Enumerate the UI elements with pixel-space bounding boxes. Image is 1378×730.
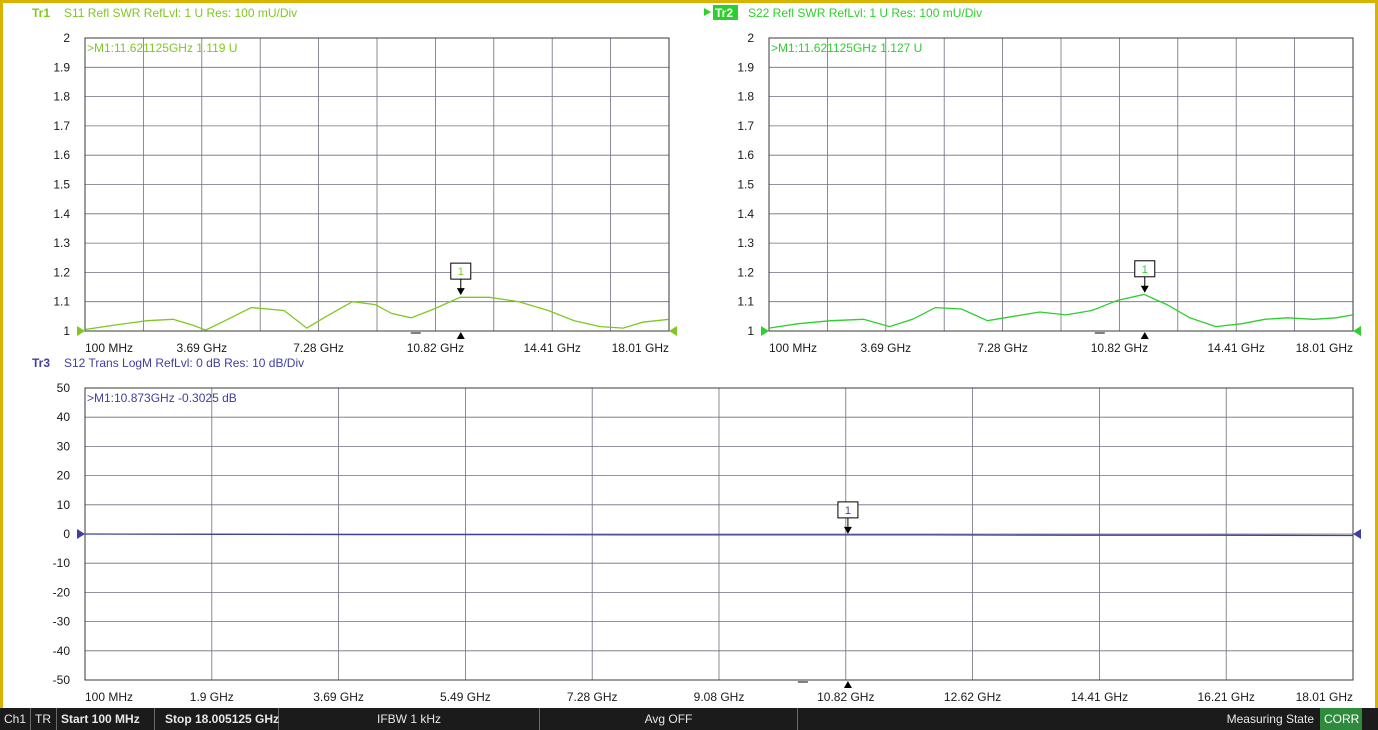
ref-level-right-icon bbox=[669, 326, 677, 336]
y-tick-label: 1.1 bbox=[737, 295, 754, 309]
y-tick-label: 1.5 bbox=[737, 178, 754, 192]
ifbw-setting[interactable]: IFBW 1 kHz bbox=[279, 708, 540, 730]
y-tick-label: -10 bbox=[53, 556, 71, 570]
y-tick-label: 1.2 bbox=[737, 265, 754, 279]
y-tick-label: 1.8 bbox=[737, 90, 754, 104]
averaging-setting[interactable]: Avg OFF bbox=[540, 708, 798, 730]
y-tick-label: 40 bbox=[57, 410, 71, 424]
stop-frequency[interactable]: Stop 18.005125 GHz bbox=[161, 708, 279, 730]
y-tick-label: -20 bbox=[53, 585, 71, 599]
marker-x-indicator-icon bbox=[456, 332, 465, 339]
chart-s11-swr: 2 1.9 1.8 1.7 1.6 1.5 1.4 1.3 1.2 1.1 1 100 MHz 3.69… bbox=[53, 31, 677, 355]
y-tick-label: 2 bbox=[63, 31, 70, 45]
x-tick-label: 14.41 GHz bbox=[524, 341, 581, 355]
marker-readout: >M1:11.621125GHz 1.127 U bbox=[771, 41, 922, 55]
y-tick-label: 1.4 bbox=[737, 207, 754, 221]
x-tick-label: 18.01 GHz bbox=[1296, 341, 1353, 355]
x-tick-label: 10.82 GHz bbox=[1091, 341, 1148, 355]
y-tick-label: 0 bbox=[63, 527, 70, 541]
y-tick-label: 30 bbox=[57, 439, 71, 453]
measuring-state: Measuring State bbox=[1226, 712, 1314, 726]
marker-readout: >M1:10.873GHz -0.3025 dB bbox=[87, 391, 237, 405]
y-tick-label: 1.6 bbox=[53, 148, 70, 162]
y-tick-label: 1.9 bbox=[53, 60, 70, 74]
chart-s12-logmag: 50 40 30 20 10 0 -10 -20 -30 -40 -50 100 MHz 1.9 GHz… bbox=[53, 381, 1361, 704]
marker-arrow-icon bbox=[456, 288, 465, 296]
ref-level-left-icon bbox=[77, 326, 85, 336]
tr2-header: S22 Refl SWR RefLvl: 1 U Res: 100 mU/Div bbox=[748, 6, 982, 20]
marker-x-indicator-icon bbox=[1140, 332, 1149, 339]
tr2-tag[interactable]: Tr2 bbox=[715, 6, 733, 20]
y-tick-label: 50 bbox=[57, 381, 71, 395]
y-tick-label: -40 bbox=[53, 644, 71, 658]
marker-arrow-icon bbox=[843, 526, 852, 534]
marker-label: 1 bbox=[845, 505, 851, 517]
ref-level-left-icon bbox=[761, 326, 769, 336]
y-tick-label: -50 bbox=[53, 673, 71, 687]
x-tick-label: 18.01 GHz bbox=[1296, 690, 1353, 704]
ref-level-left-icon bbox=[77, 529, 85, 539]
marker-readout: >M1:11.621125GHz 1.119 U bbox=[87, 41, 237, 55]
y-tick-label: 1.8 bbox=[53, 90, 70, 104]
y-tick-label: 1.5 bbox=[53, 178, 70, 192]
y-tick-label: -30 bbox=[53, 615, 71, 629]
y-tick-label: 1 bbox=[747, 324, 754, 338]
x-tick-label: 9.08 GHz bbox=[694, 690, 745, 704]
x-tick-label: 10.82 GHz bbox=[407, 341, 464, 355]
y-tick-label: 20 bbox=[57, 469, 71, 483]
x-tick-label: 1.9 GHz bbox=[190, 690, 234, 704]
x-tick-label: 14.41 GHz bbox=[1208, 341, 1265, 355]
y-tick-label: 1.7 bbox=[53, 119, 70, 133]
x-tick-label: 12.62 GHz bbox=[944, 690, 1001, 704]
x-tick-label: 3.69 GHz bbox=[860, 341, 911, 355]
tr2-active-arrow-icon bbox=[704, 8, 711, 16]
y-tick-label: 2 bbox=[747, 31, 754, 45]
tr1-header: S11 Refl SWR RefLvl: 1 U Res: 100 mU/Div bbox=[64, 6, 297, 20]
ref-level-right-icon bbox=[1353, 326, 1361, 336]
y-tick-label: 1.2 bbox=[53, 265, 70, 279]
x-tick-label: 18.01 GHz bbox=[612, 341, 669, 355]
x-tick-label: 7.28 GHz bbox=[293, 341, 344, 355]
x-tick-label: 7.28 GHz bbox=[977, 341, 1028, 355]
x-tick-label: 3.69 GHz bbox=[176, 341, 227, 355]
y-tick-label: 1.6 bbox=[737, 148, 754, 162]
tr3-header: S12 Trans LogM RefLvl: 0 dB Res: 10 dB/D… bbox=[64, 356, 304, 370]
y-tick-label: 10 bbox=[57, 498, 71, 512]
marker-label: 1 bbox=[458, 266, 464, 278]
x-tick-label: 3.69 GHz bbox=[313, 690, 364, 704]
x-tick-label: 5.49 GHz bbox=[440, 690, 491, 704]
marker-x-indicator-icon bbox=[843, 681, 852, 688]
y-tick-label: 1.9 bbox=[737, 60, 754, 74]
y-tick-label: 1.7 bbox=[737, 119, 754, 133]
x-tick-label: 10.82 GHz bbox=[817, 690, 874, 704]
x-tick-label: 100 MHz bbox=[85, 690, 133, 704]
start-frequency[interactable]: Start 100 MHz bbox=[57, 708, 155, 730]
y-tick-label: 1.1 bbox=[53, 295, 70, 309]
x-tick-label: 100 MHz bbox=[769, 341, 817, 355]
y-tick-label: 1.3 bbox=[737, 236, 754, 250]
correction-badge[interactable]: CORR bbox=[1320, 708, 1362, 730]
trace-mode-label[interactable]: TR bbox=[31, 708, 57, 730]
plot-area: Tr1 S11 Refl SWR RefLvl: 1 U Res: 100 mU… bbox=[32, 5, 1361, 704]
y-tick-label: 1 bbox=[63, 324, 70, 338]
channel-label[interactable]: Ch1 bbox=[0, 708, 31, 730]
status-bar: Ch1 TR Start 100 MHz Stop 18.005125 GHz … bbox=[0, 708, 1378, 730]
x-tick-label: 16.21 GHz bbox=[1198, 690, 1255, 704]
marker-arrow-icon bbox=[1140, 285, 1149, 293]
marker-label: 1 bbox=[1142, 264, 1148, 276]
x-tick-label: 14.41 GHz bbox=[1071, 690, 1128, 704]
x-tick-label: 100 MHz bbox=[85, 341, 133, 355]
x-tick-label: 7.28 GHz bbox=[567, 690, 618, 704]
tr1-tag[interactable]: Tr1 bbox=[32, 6, 50, 20]
chart-s22-swr: 2 1.9 1.8 1.7 1.6 1.5 1.4 1.3 1.2 1.1 1 100 MHz 3.69… bbox=[737, 31, 1361, 355]
tr3-tag[interactable]: Tr3 bbox=[32, 356, 50, 370]
y-tick-label: 1.3 bbox=[53, 236, 70, 250]
y-tick-label: 1.4 bbox=[53, 207, 70, 221]
ref-level-right-icon bbox=[1353, 529, 1361, 539]
